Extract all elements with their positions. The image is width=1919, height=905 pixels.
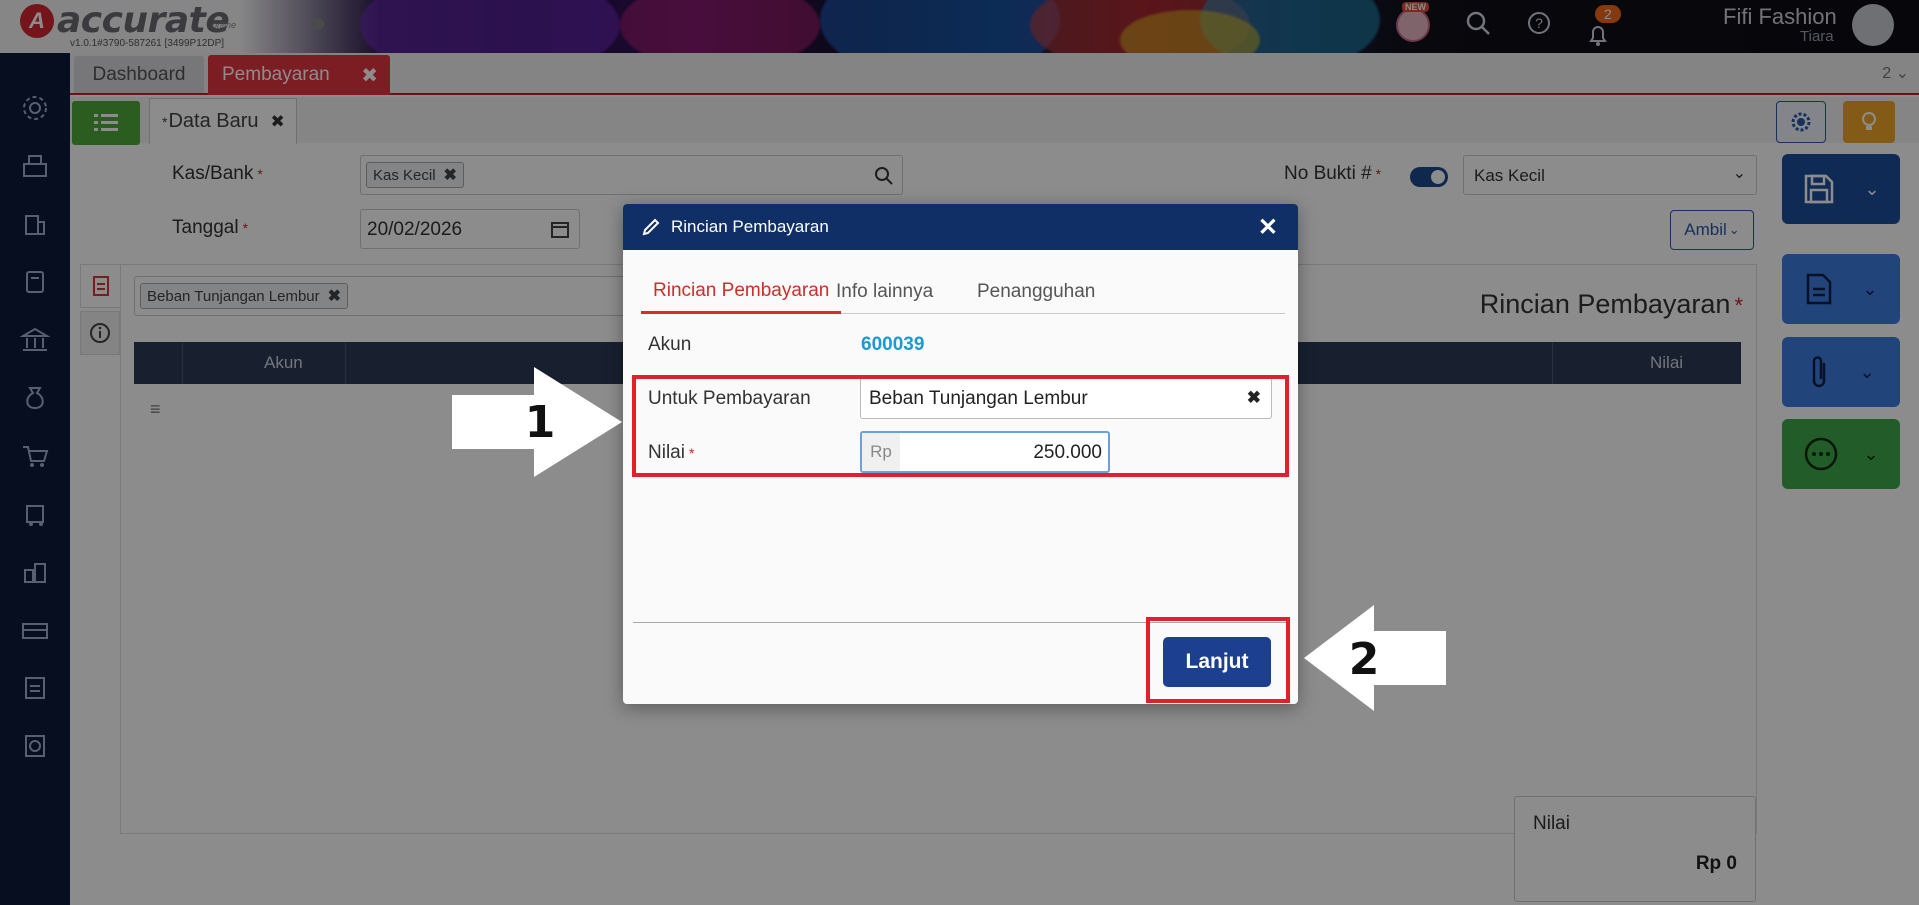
- akun-label: Akun: [648, 334, 692, 355]
- dialog-header: Rincian Pembayaran ✕: [623, 204, 1298, 250]
- tab-rincian-pembayaran[interactable]: Rincian Pembayaran: [641, 270, 842, 314]
- arrow-right-step-1: 1: [452, 367, 622, 477]
- dialog-tabs: Rincian Pembayaran Info lainnya Penanggu…: [641, 270, 1285, 314]
- arrow-left-step-2: 2: [1304, 605, 1446, 711]
- highlight-box-fields: [632, 375, 1289, 477]
- step-2-number: 2: [1349, 634, 1380, 685]
- step-1-number: 1: [525, 397, 556, 448]
- tab-penangguhan[interactable]: Penangguhan: [977, 270, 1095, 314]
- close-icon[interactable]: ✕: [1258, 213, 1278, 242]
- pencil-icon: [642, 218, 660, 236]
- tab-info-lainnya[interactable]: Info lainnya: [836, 270, 933, 314]
- dialog-title: Rincian Pembayaran: [671, 217, 829, 236]
- akun-value-link[interactable]: 600039: [861, 334, 924, 356]
- highlight-box-button: [1146, 617, 1290, 703]
